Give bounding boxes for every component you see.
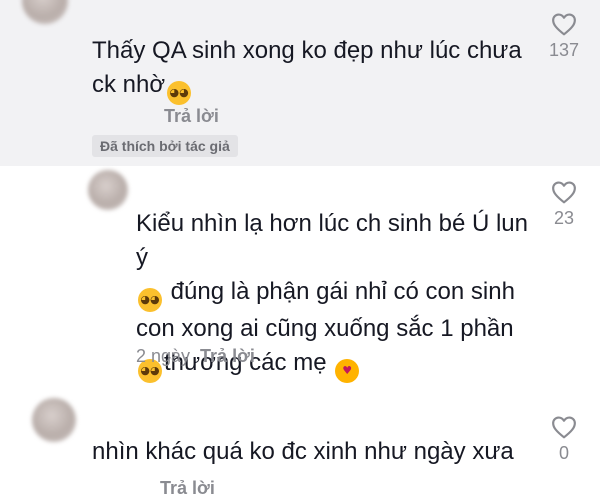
- comment-meta: Trả lời: [164, 106, 219, 127]
- heart-outline-icon: [552, 181, 576, 204]
- avatar[interactable]: [88, 170, 128, 210]
- heart-outline-icon: [552, 13, 576, 36]
- like-button[interactable]: 137: [536, 12, 592, 61]
- like-count: 0: [558, 443, 569, 463]
- comment-meta: Trả lời: [160, 478, 215, 499]
- comment-text: nhìn khác quá ko đc xinh như ngày xưa: [92, 438, 514, 465]
- comment-text-body: Thấy QA sinh xong ko đẹp như lúc chưa ck…: [92, 37, 522, 98]
- reply-button[interactable]: Trả lời: [160, 478, 215, 498]
- pleading-face-emoji: ◕◕: [167, 81, 192, 105]
- smiling-face-with-hearts-emoji: ♥: [335, 359, 360, 383]
- pleading-face-emoji: ◕◕: [138, 288, 162, 312]
- liked-by-author-badge: Đã thích bởi tác giả: [92, 135, 238, 157]
- reply-button[interactable]: Trả lời: [164, 106, 219, 126]
- reply-button[interactable]: Trả lời: [200, 346, 255, 366]
- like-button[interactable]: 0: [536, 415, 592, 464]
- like-button[interactable]: 23: [536, 180, 592, 229]
- comment-date: 2 ngày: [136, 346, 191, 366]
- comment-text: Thấy QA sinh xong ko đẹp như lúc chưa ck…: [92, 34, 532, 105]
- avatar[interactable]: [32, 398, 76, 442]
- like-count: 137: [548, 40, 580, 60]
- comment-meta: 2 ngày Trả lời: [136, 346, 255, 367]
- heart-outline-icon: [552, 416, 576, 439]
- like-count: 23: [553, 208, 575, 228]
- comment-line: ◕◕ đúng là phận gái nhỉ có con sinh: [136, 275, 536, 312]
- comment-line: Kiểu nhìn lạ hơn lúc ch sinh bé Ú lun ý: [136, 210, 528, 271]
- comment-line: con xong ai cũng xuống sắc 1 phần: [136, 315, 514, 342]
